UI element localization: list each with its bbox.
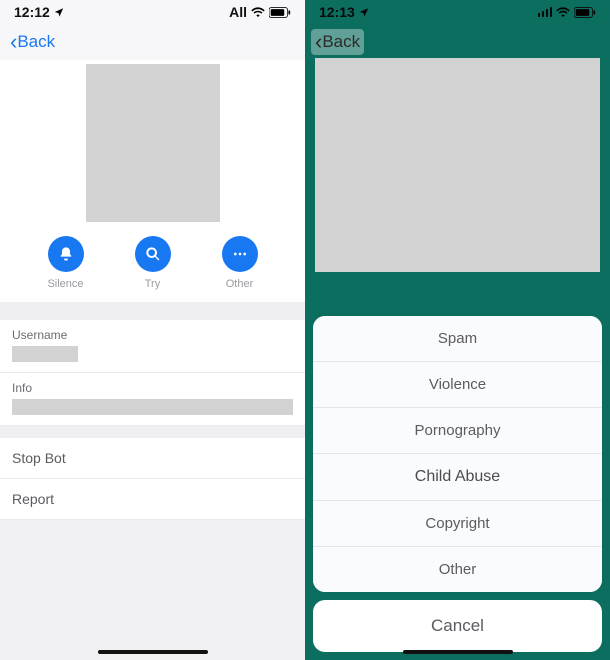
sheet-cancel-button[interactable]: Cancel [313,600,602,652]
content-placeholder [315,58,600,272]
phone-right: 12:13 ‹ Back Spam Violence Pornography C… [305,0,610,660]
home-indicator[interactable] [403,650,513,654]
wifi-icon [556,7,570,17]
try-label: Try [145,278,160,290]
status-time: 12:12 [14,4,50,20]
nav-bar: ‹ Back [305,24,610,60]
signal-icon [538,7,553,17]
sheet-item-copyright[interactable]: Copyright [313,500,602,546]
location-arrow-icon [54,7,64,17]
more-icon [222,236,258,272]
username-value [12,346,78,362]
location-arrow-icon [359,7,369,17]
other-button[interactable]: Other [205,236,275,290]
report-row[interactable]: Report [0,478,305,519]
bell-icon [48,236,84,272]
nav-bar: ‹ Back [0,24,305,60]
status-bar: 12:12 All [0,0,305,24]
section-gap [0,426,305,438]
back-label: Back [17,32,55,52]
action-sheet-list: Spam Violence Pornography Child Abuse Co… [313,316,602,592]
info-label: Info [12,381,293,395]
actions-list: Stop Bot Report [0,438,305,520]
chevron-left-icon: ‹ [315,31,322,53]
status-bar: 12:13 [305,0,610,24]
sheet-item-pornography[interactable]: Pornography [313,407,602,453]
stop-bot-row[interactable]: Stop Bot [0,438,305,478]
silence-label: Silence [47,278,83,290]
sheet-item-violence[interactable]: Violence [313,361,602,407]
try-button[interactable]: Try [118,236,188,290]
avatar[interactable] [86,64,220,222]
status-time: 12:13 [319,4,355,20]
battery-icon [269,7,291,18]
username-label: Username [12,328,293,342]
sheet-item-spam[interactable]: Spam [313,316,602,361]
info-field[interactable]: Info [0,373,305,426]
other-label: Other [226,278,254,290]
chevron-left-icon: ‹ [10,31,17,53]
home-indicator[interactable] [98,650,208,654]
back-label: Back [322,32,360,52]
carrier-label: All [229,4,247,20]
action-row: Silence Try Other [0,222,305,290]
silence-button[interactable]: Silence [31,236,101,290]
section-gap [0,302,305,320]
back-button[interactable]: ‹ Back [311,29,364,55]
wifi-icon [251,7,265,17]
phone-left: 12:12 All ‹ Back Silence [0,0,305,660]
username-field[interactable]: Username [0,320,305,373]
info-value [12,399,293,415]
sheet-item-child-abuse[interactable]: Child Abuse [313,453,602,500]
search-icon [135,236,171,272]
profile-header: Silence Try Other [0,60,305,302]
sheet-item-other[interactable]: Other [313,546,602,592]
back-button[interactable]: ‹ Back [6,29,59,55]
battery-icon [574,7,596,18]
action-sheet: Spam Violence Pornography Child Abuse Co… [313,316,602,652]
